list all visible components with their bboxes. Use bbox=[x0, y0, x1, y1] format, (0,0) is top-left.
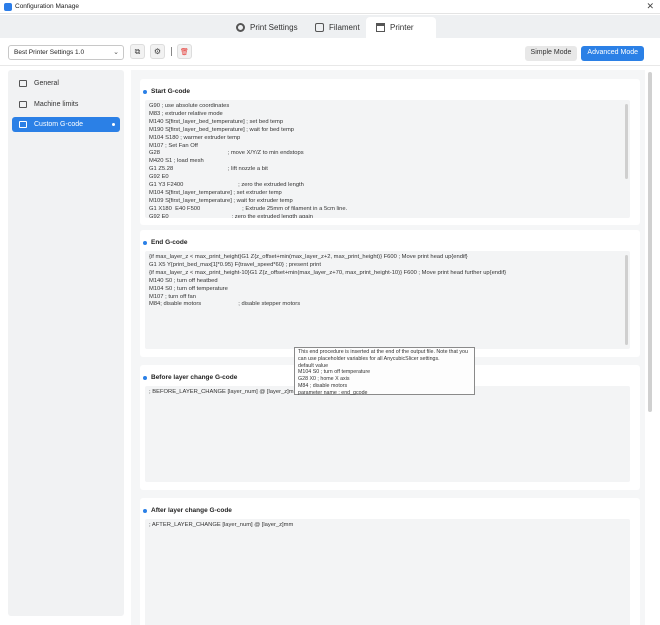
text-line: parameter name : end_gcode bbox=[298, 389, 368, 396]
text-line: M140 S0 ; turn off heatbed bbox=[149, 277, 218, 284]
gear-icon: ⚙ bbox=[153, 47, 162, 56]
text-line: ; AFTER_LAYER_CHANGE [layer_num] @ [laye… bbox=[149, 522, 294, 528]
text-line: G1 X180 E40 F500 ; Extrude 25mm of filam… bbox=[149, 205, 348, 212]
copy-icon: ⧉ bbox=[134, 46, 141, 56]
text-line: G1 X5 Y{print_bed_max[1]*0.95} F{travel_… bbox=[149, 261, 321, 268]
tab-print-settings[interactable]: Print Settings bbox=[226, 17, 308, 38]
tab-bar: Print Settings Filament Printer bbox=[0, 15, 660, 38]
bullet-icon bbox=[143, 375, 147, 380]
editor-scrollbar[interactable] bbox=[625, 255, 628, 345]
title-bar: Configuration Manage ✕ bbox=[0, 0, 660, 14]
text-line: G28 X0 ; home X axis bbox=[298, 376, 350, 383]
section-title-text: Start G-code bbox=[151, 88, 191, 95]
text-line: M107 ; Set Fan Off bbox=[149, 142, 198, 149]
section-title-text: After layer change G-code bbox=[151, 507, 232, 514]
text-line: M190 S[first_layer_bed_temperature] ; wa… bbox=[149, 126, 294, 133]
text-line: G28 ; move X/Y/Z to min endstops bbox=[149, 150, 304, 157]
text-line: G1 Z5.28 ; lift nozzle a bit bbox=[149, 166, 268, 173]
window-title: Configuration Manage bbox=[15, 3, 79, 10]
tab-filament[interactable]: Filament bbox=[305, 17, 370, 38]
printer-icon bbox=[19, 80, 27, 87]
page-scrollbar[interactable] bbox=[648, 72, 652, 412]
simple-mode-button[interactable]: Simple Mode bbox=[524, 46, 578, 61]
printer-preset-select[interactable]: Best Printer Settings 1.0 ⌄ bbox=[8, 45, 124, 60]
mode-switch: Simple Mode Advanced Mode bbox=[524, 46, 644, 61]
limits-icon bbox=[19, 101, 27, 108]
section-title-text: End G-code bbox=[151, 239, 188, 246]
text-line: M104 S0 ; turn off temperature bbox=[298, 369, 371, 376]
sidebar-item-label: General bbox=[34, 80, 59, 87]
text-line: M84; disable motors ; disable stepper mo… bbox=[149, 301, 301, 308]
trash-icon: 🗑 bbox=[180, 48, 189, 56]
text-line: M140 S[first_layer_bed_temperature] ; se… bbox=[149, 118, 284, 125]
end-gcode-lines: {if max_layer_z < max_print_height}G1 Z{… bbox=[145, 251, 630, 312]
text-line: M83 ; extruder relative mode bbox=[149, 110, 223, 117]
bullet-icon bbox=[143, 508, 147, 513]
toolbar-divider bbox=[171, 47, 172, 56]
text-line: {if max_layer_z < max_print_height-10}G1… bbox=[149, 269, 507, 276]
text-line: M104 S180 ; warmer extruder temp bbox=[149, 134, 241, 141]
tab-label: Print Settings bbox=[250, 23, 298, 32]
editor-scrollbar[interactable] bbox=[625, 104, 628, 179]
text-line: {if max_layer_z < max_print_height}G1 Z{… bbox=[149, 254, 468, 260]
advanced-mode-button[interactable]: Advanced Mode bbox=[581, 46, 644, 61]
after-layer-gcode-editor[interactable]: ; AFTER_LAYER_CHANGE [layer_num] @ [laye… bbox=[145, 519, 630, 625]
text-line: default value bbox=[298, 362, 329, 369]
tab-label: Filament bbox=[329, 23, 360, 32]
preset-value: Best Printer Settings 1.0 bbox=[14, 49, 85, 56]
text-line: can use placeholder variables for all An… bbox=[298, 355, 440, 362]
close-icon[interactable]: ✕ bbox=[646, 1, 654, 12]
section-title: Start G-code bbox=[143, 88, 190, 95]
section-title-text: Before layer change G-code bbox=[151, 374, 238, 381]
start-gcode-card: Start G-code G90 ; use absolute coordina… bbox=[140, 79, 640, 225]
sidebar: General Machine limits Custom G-code bbox=[8, 70, 124, 616]
toolbar: Best Printer Settings 1.0 ⌄ ⧉ ⚙ 🗑 Simple… bbox=[0, 38, 660, 66]
text-line: M104 S0 ; turn off temperature bbox=[149, 285, 228, 292]
copy-preset-button[interactable]: ⧉ bbox=[130, 44, 145, 59]
text-line: M420 S1 ; load mesh bbox=[149, 158, 204, 165]
bullet-icon bbox=[143, 89, 147, 94]
after-layer-gcode-lines: ; AFTER_LAYER_CHANGE [layer_num] @ [laye… bbox=[145, 519, 630, 533]
tab-label: Printer bbox=[390, 23, 414, 32]
printer-icon bbox=[376, 23, 385, 32]
section-title: End G-code bbox=[143, 239, 187, 246]
tab-printer[interactable]: Printer bbox=[366, 17, 436, 38]
text-line: M84 ; disable motors bbox=[298, 382, 348, 389]
end-gcode-tooltip: This end procedure is inserted at the en… bbox=[294, 347, 475, 396]
delete-preset-button[interactable]: 🗑 bbox=[177, 44, 192, 59]
sidebar-item-custom-gcode[interactable]: Custom G-code bbox=[12, 117, 120, 132]
bullet-icon bbox=[143, 240, 147, 245]
filament-icon bbox=[315, 23, 324, 32]
preset-settings-button[interactable]: ⚙ bbox=[150, 44, 165, 59]
text-line: M107 ; turn off fan bbox=[149, 293, 196, 300]
sidebar-item-general[interactable]: General bbox=[12, 76, 120, 91]
text-line: G90 ; use absolute coordinates bbox=[149, 103, 230, 109]
text-line: G92 E0 ; zero the extruded length again bbox=[149, 213, 314, 218]
gear-icon bbox=[236, 23, 245, 32]
after-layer-gcode-card: After layer change G-code ; AFTER_LAYER_… bbox=[140, 498, 640, 625]
code-icon bbox=[19, 121, 27, 128]
active-dot bbox=[112, 123, 115, 126]
sidebar-item-machine-limits[interactable]: Machine limits bbox=[12, 97, 120, 112]
text-line: G92 E0 bbox=[149, 174, 169, 181]
sidebar-item-label: Machine limits bbox=[34, 101, 79, 108]
start-gcode-lines: G90 ; use absolute coordinates M83 ; extr… bbox=[145, 100, 630, 218]
text-line: This end procedure is inserted at the en… bbox=[298, 349, 468, 355]
chevron-down-icon: ⌄ bbox=[113, 49, 119, 56]
start-gcode-editor[interactable]: G90 ; use absolute coordinates M83 ; extr… bbox=[145, 100, 630, 218]
app-icon bbox=[4, 3, 12, 11]
end-gcode-card: End G-code {if max_layer_z < max_print_h… bbox=[140, 230, 640, 357]
text-line: M109 S[first_layer_temperature] ; wait f… bbox=[149, 197, 293, 204]
sidebar-item-label: Custom G-code bbox=[34, 121, 84, 128]
section-title: After layer change G-code bbox=[143, 507, 232, 514]
before-layer-gcode-editor[interactable]: ; BEFORE_LAYER_CHANGE [layer_num] @ [lay… bbox=[145, 386, 630, 482]
text-line: G1 Y3 F2400 ; zero the extruded length bbox=[149, 182, 304, 189]
text-line: M104 S[first_layer_temperature] ; set ex… bbox=[149, 189, 282, 196]
end-gcode-editor[interactable]: {if max_layer_z < max_print_height}G1 Z{… bbox=[145, 251, 630, 349]
section-title: Before layer change G-code bbox=[143, 374, 237, 381]
